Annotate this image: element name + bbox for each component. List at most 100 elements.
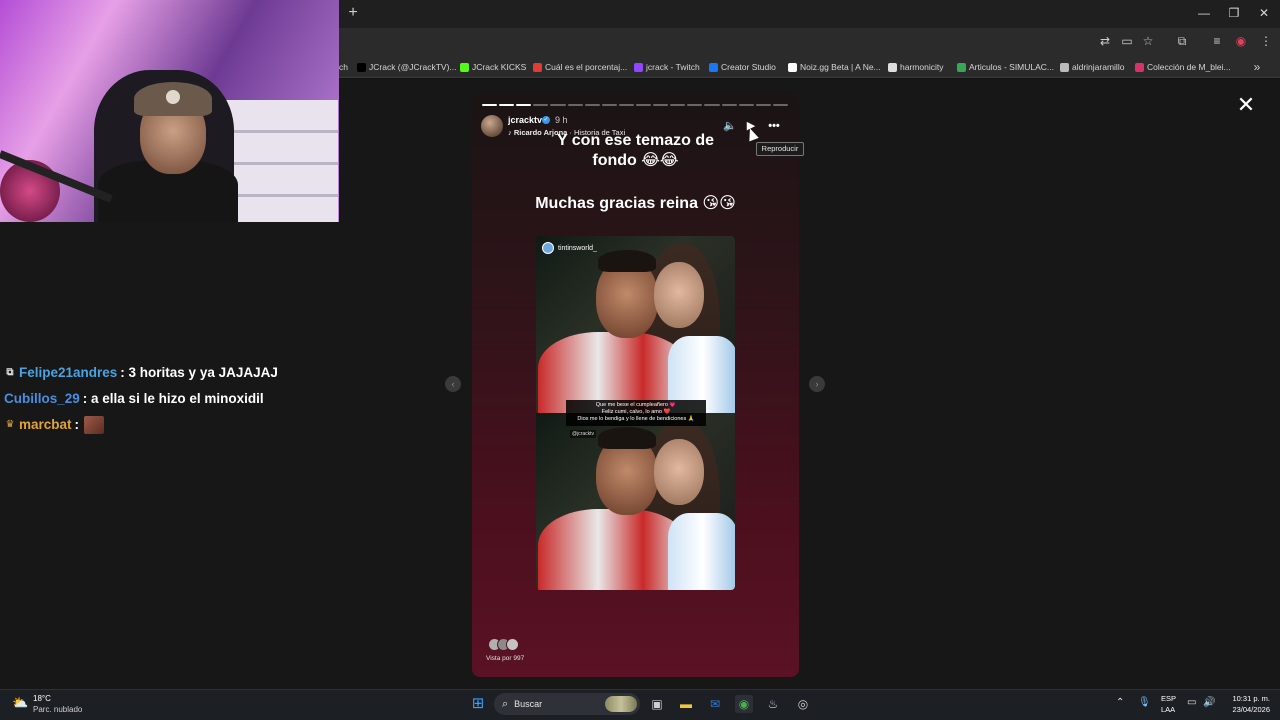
screen: + — ❐ ✕ ⇄ ▭ ☆ ⧉ ≡ ◉ ⋮ ch JCrack (@JCrackT… [0,0,1280,720]
s-icon [533,62,542,72]
progress-segment [687,104,703,106]
photo-author-name: tintinsworld_ [558,244,597,252]
chat-text: : 3 horitas y ya JAJAJAJ [120,365,278,380]
progress-segment [755,104,771,106]
chat-text: : [74,417,80,432]
story-thanks-caption: Muchas gracias reina 😘😘 [535,195,736,212]
bookmark-item[interactable]: harmonicity [888,61,943,73]
volume-icon[interactable]: 🔊 [1203,697,1215,708]
progress-segment [516,104,532,106]
next-story-icon[interactable]: › [809,376,825,392]
bookmark-label: Colección de M_blei... [1147,62,1231,72]
network-icon[interactable]: ▭ [1187,697,1196,708]
progress-segment [721,104,737,106]
windows-start-icon[interactable]: ⊞ [469,695,487,713]
noiz-icon [788,62,797,72]
photo-caption-line-2: Feliz cumi, calvo, lo amo ❤️ [601,409,671,415]
globe-icon [1060,62,1069,72]
play-tooltip: Reproducir [756,142,804,156]
chrome-icon[interactable]: ◉ [735,695,753,713]
close-story-icon[interactable]: ✕ [1236,94,1256,116]
input-language[interactable]: ESP [1161,694,1176,703]
weather-temperature[interactable]: 18°C [33,694,51,703]
clock-date[interactable]: 23/04/2026 [1220,705,1270,714]
input-layout[interactable]: LAA [1161,705,1175,714]
bookmark-item[interactable]: Cuál es el porcentaj... [533,61,627,73]
taskbar [0,689,1280,720]
story-progress-bar [482,104,788,106]
progress-segment [499,104,515,106]
bookmark-label: ch [339,62,348,72]
bookmark-item[interactable]: JCrack (@JCrackTV)... [357,61,457,73]
bookmark-label: jcrack - Twitch [646,62,700,72]
photo-mention[interactable]: @jcracktv [570,430,597,438]
bookmark-item[interactable]: Colección de M_blei... [1135,61,1231,73]
viewer-avatar [506,638,519,651]
bookmark-label: Creator Studio [721,62,776,72]
cast-icon[interactable]: ▭ [1119,33,1135,49]
close-window-icon[interactable]: ✕ [1257,6,1271,20]
woman-shirt [668,513,735,590]
story-username[interactable]: jcracktv [508,115,542,125]
chat-message: ⧉ Felipe21andres : 3 horitas y ya JAJAJA… [4,364,278,382]
bookmark-item[interactable]: JCrack KICKS [460,61,526,73]
bookmark-item[interactable]: ch [339,61,348,73]
task-view-icon[interactable]: ▣ [648,695,666,713]
bookmark-item[interactable]: Articulos - SIMULAC... [957,61,1054,73]
clock-time[interactable]: 10:31 p. m. [1220,694,1270,703]
weather-icon[interactable]: ⛅ [12,696,30,710]
photo-caption: Que me bese el cumpleañero 💗 Feliz cumi,… [566,400,706,426]
bookmark-item[interactable]: Creator Studio [709,61,776,73]
tray-overflow-icon[interactable]: ⌃ [1116,697,1124,708]
caption-line-2: fondo 😂😂 [592,152,679,169]
steam-icon[interactable]: ♨ [764,695,782,713]
bookmark-item[interactable]: Noiz.gg Beta | A Ne... [788,61,881,73]
file-explorer-icon[interactable]: ▬ [677,695,695,713]
restore-icon[interactable]: ❐ [1227,6,1241,20]
search-highlight-image [605,696,637,712]
bookmark-label: JCrack (@JCrackTV)... [369,62,457,72]
translate-icon[interactable]: ⇄ [1097,33,1113,49]
woman-face [654,439,704,505]
drive-icon [957,62,966,72]
photo-author[interactable]: tintinsworld_ [542,242,597,254]
crown-badge-icon: ♛ [5,419,15,430]
x-icon [357,62,366,72]
kick-icon [460,62,469,72]
new-tab-icon[interactable]: + [345,5,361,21]
progress-segment [482,104,498,106]
twitch-icon [634,62,643,72]
photo-caption-line-3: Dios me lo bendiga y lo llene de bendici… [577,416,695,422]
progress-segment [567,104,583,106]
woman-face [654,262,704,328]
bookmark-item[interactable]: aldrinjaramillo [1060,61,1124,73]
facebook-icon [709,62,718,72]
profile-icon[interactable]: ◉ [1233,33,1249,49]
microphone-icon[interactable]: 🎙 [1138,697,1151,708]
bookmark-label: JCrack KICKS [472,62,527,72]
streamer-cap [134,82,212,116]
obs-icon[interactable]: ◎ [794,695,812,713]
bookmark-label: Articulos - SIMULAC... [969,62,1055,72]
previous-story-icon[interactable]: ‹ [445,376,461,392]
bookmark-item[interactable]: jcrack - Twitch [634,61,700,73]
taskbar-search[interactable]: ⌕ Buscar [494,693,640,715]
progress-segment [533,104,549,106]
doc-icon [888,62,897,72]
mail-icon[interactable]: ✉ [706,695,724,713]
minimize-icon[interactable]: — [1197,6,1211,20]
bookmark-star-icon[interactable]: ☆ [1140,33,1156,49]
views-count[interactable]: Vista por 997 [486,655,524,662]
shared-story-photo[interactable]: tintinsworld_ Que me bese el cumpleañero… [536,236,735,590]
extensions-icon[interactable]: ⧉ [1174,33,1190,49]
menu-kebab-icon[interactable]: ⋮ [1258,33,1274,49]
weather-condition[interactable]: Parc. nublado [33,705,82,714]
bookmarks-overflow-icon[interactable]: » [1249,59,1265,75]
progress-segment [738,104,754,106]
progress-segment [635,104,652,106]
progress-segment [653,104,669,106]
search-icon: ⌕ [502,697,509,710]
viewer-avatars[interactable] [488,638,524,652]
media-control-icon[interactable]: ≡ [1209,33,1225,49]
man-hair [598,250,656,272]
